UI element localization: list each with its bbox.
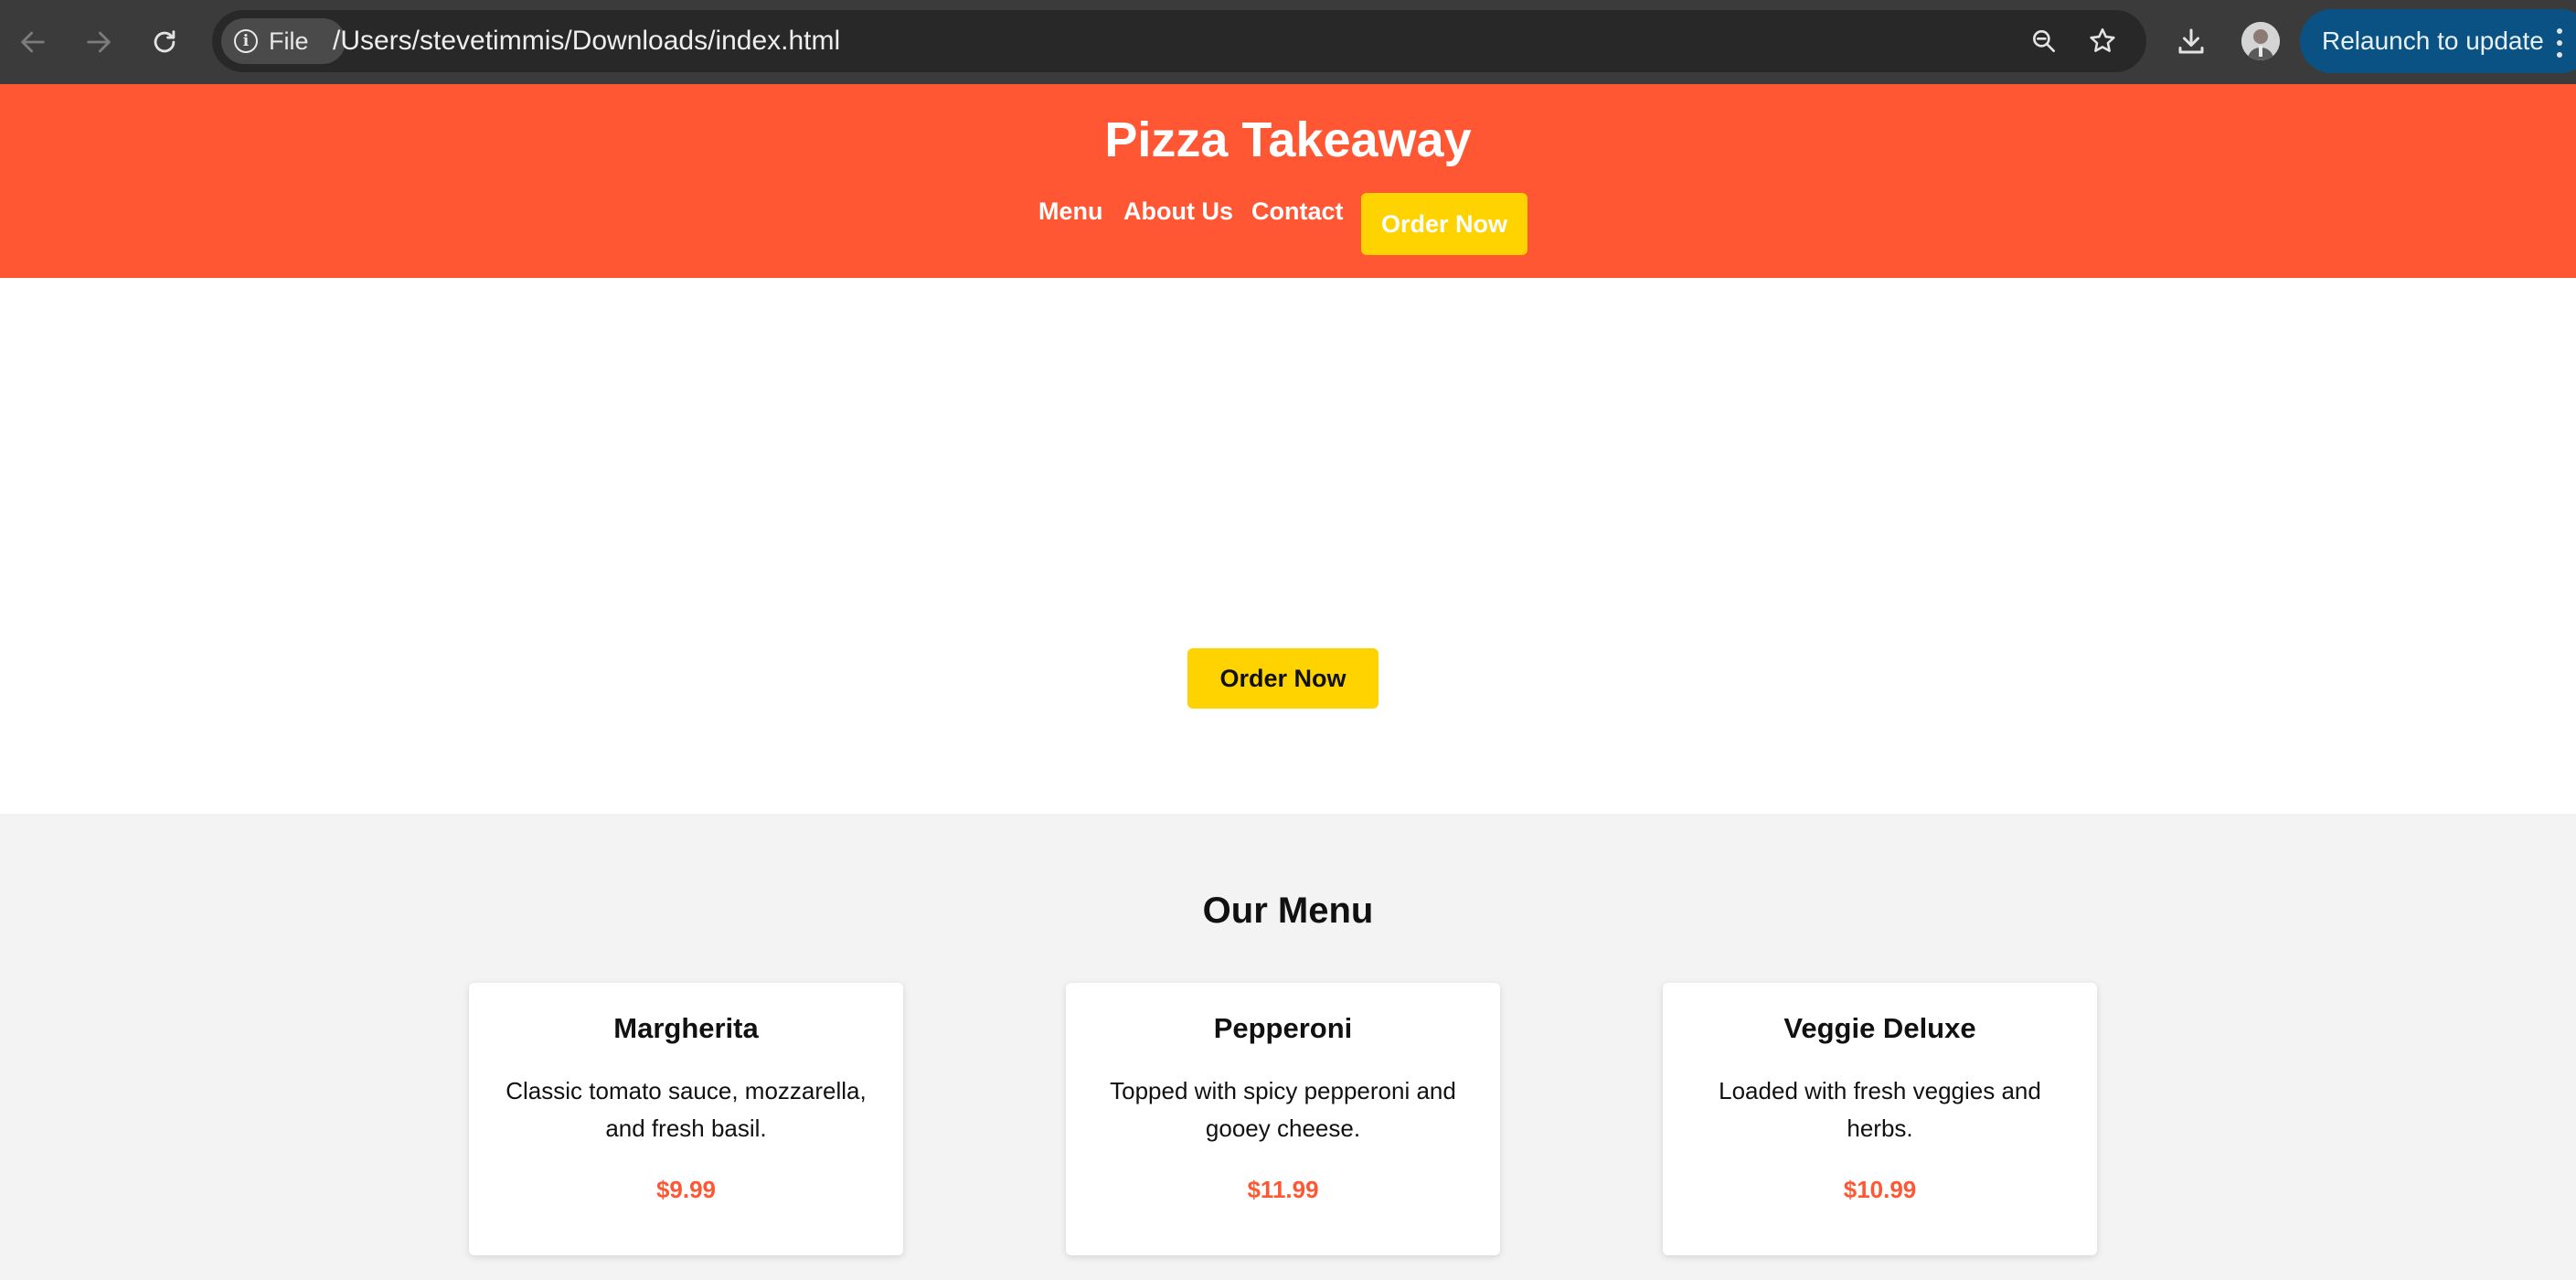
more-vert-icon	[2557, 28, 2562, 58]
back-button[interactable]	[11, 20, 55, 64]
browser-menu-button[interactable]	[2550, 26, 2569, 60]
site-info-chip[interactable]: i File	[221, 18, 346, 64]
menu-card-margherita: Margherita Classic tomato sauce, mozzare…	[469, 983, 903, 1255]
nav-link-contact[interactable]: Contact	[1251, 197, 1344, 226]
back-arrow-icon	[21, 31, 45, 53]
menu-item-name: Veggie Deluxe	[1783, 1012, 1976, 1044]
menu-card-pepperoni: Pepperoni Topped with spicy pepperoni an…	[1066, 983, 1500, 1255]
url-text[interactable]: /Users/stevetimmis/Downloads/index.html	[333, 26, 840, 57]
menu-item-price: $11.99	[1247, 1176, 1319, 1203]
relaunch-to-update-button[interactable]: Relaunch to update	[2300, 9, 2576, 73]
nav-link-about-us[interactable]: About Us	[1123, 197, 1233, 226]
hero-section: Order Now	[0, 278, 2576, 814]
info-icon: i	[234, 29, 258, 53]
avatar[interactable]	[2241, 22, 2280, 60]
forward-button[interactable]	[77, 20, 121, 64]
profile-picture-icon	[2241, 22, 2280, 60]
star-icon	[2090, 27, 2115, 52]
relaunch-label: Relaunch to update	[2322, 27, 2544, 55]
web-page: Pizza Takeaway Menu About Us Contact Ord…	[0, 84, 2576, 1280]
menu-item-price: $9.99	[655, 1176, 717, 1203]
menu-item-description: Classic tomato sauce, mozzarella, and fr…	[506, 1077, 867, 1142]
menu-section: Our Menu Margherita Classic tomato sauce…	[0, 814, 2576, 1280]
site-title: Pizza Takeaway	[1104, 112, 1472, 167]
bookmark-button[interactable]	[2086, 25, 2119, 58]
address-bar[interactable]: i File /Users/stevetimmis/Downloads/inde…	[212, 10, 2146, 72]
zoom-button[interactable]	[2028, 25, 2060, 58]
menu-card-veggie-deluxe: Veggie Deluxe Loaded with fresh veggies …	[1663, 983, 2097, 1255]
browser-toolbar: i File /Users/stevetimmis/Downloads/inde…	[0, 0, 2576, 84]
nav-link-menu[interactable]: Menu	[1038, 197, 1103, 226]
menu-heading: Our Menu	[1202, 891, 1374, 931]
site-header: Pizza Takeaway Menu About Us Contact Ord…	[0, 84, 2576, 278]
download-icon	[2178, 28, 2204, 54]
menu-item-name: Pepperoni	[1213, 1012, 1353, 1044]
forward-arrow-icon	[87, 31, 111, 53]
reload-button[interactable]	[143, 20, 186, 64]
menu-item-price: $10.99	[1843, 1176, 1917, 1203]
menu-item-description: Loaded with fresh veggies and herbs.	[1719, 1077, 2041, 1142]
header-order-now-button[interactable]: Order Now	[1361, 193, 1528, 255]
file-chip-label: File	[269, 27, 309, 55]
menu-item-description: Topped with spicy pepperoni and gooey ch…	[1110, 1077, 1456, 1142]
reload-icon	[154, 30, 176, 53]
zoom-out-icon	[2033, 29, 2055, 52]
menu-item-name: Margherita	[613, 1012, 759, 1044]
hero-order-now-button[interactable]: Order Now	[1187, 648, 1378, 709]
downloads-button[interactable]	[2170, 20, 2212, 62]
